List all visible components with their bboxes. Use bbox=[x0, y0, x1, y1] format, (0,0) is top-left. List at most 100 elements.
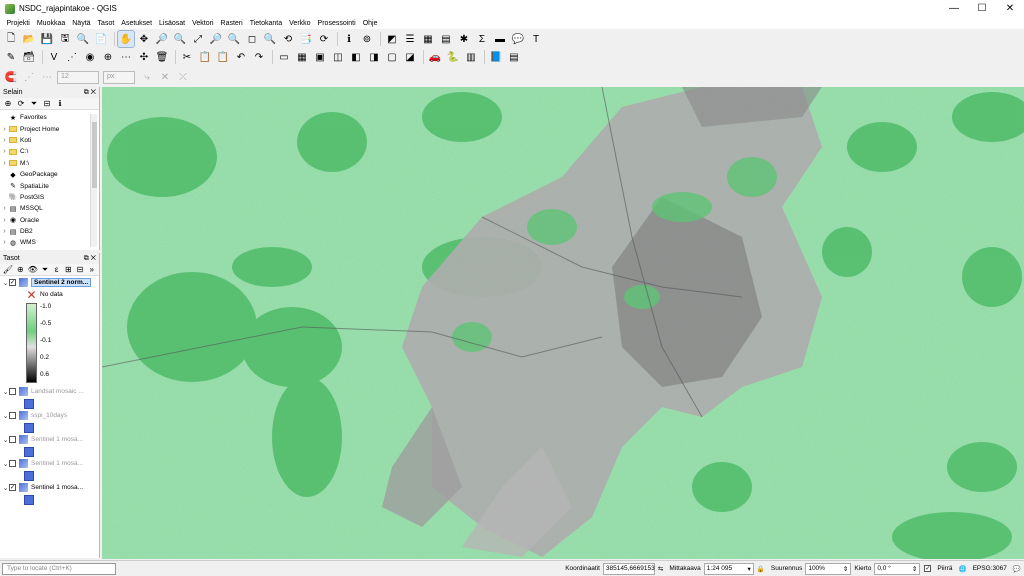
row1-tool-14-icon[interactable]: 🔍 bbox=[262, 31, 278, 47]
browser-scrollbar[interactable] bbox=[90, 114, 97, 247]
expand-arrow-icon[interactable]: › bbox=[0, 137, 9, 144]
scale-select[interactable]: 1:24 095 ▾ bbox=[703, 562, 754, 575]
coordinate-field[interactable]: 385145,6669153 bbox=[602, 562, 655, 575]
browser-item[interactable]: › ▤ MSSQL bbox=[0, 203, 90, 214]
row2-tool-23-icon[interactable]: 🐍 bbox=[445, 49, 461, 65]
expand-arrow-icon[interactable]: › bbox=[0, 148, 9, 155]
browser-item[interactable]: ✎ SpatiaLite bbox=[0, 180, 90, 191]
row1-tool-17-icon[interactable]: ⟳ bbox=[316, 31, 332, 47]
expand-arrow-icon[interactable]: › bbox=[0, 217, 9, 224]
magnifier-field[interactable]: 100% ⇕ bbox=[805, 562, 852, 575]
map-canvas[interactable] bbox=[102, 87, 1024, 559]
visibility-icon[interactable]: 👁 bbox=[28, 265, 38, 275]
layer-name[interactable]: Sentinel 1 mosa... bbox=[31, 460, 83, 467]
locator-search-input[interactable]: Type to locate (Ctrl+K) bbox=[2, 562, 116, 575]
layer-visibility-checkbox[interactable] bbox=[9, 388, 16, 395]
row2-tool-7-icon[interactable]: ✣ bbox=[136, 49, 152, 65]
add-group-icon[interactable]: ⊕ bbox=[16, 265, 25, 275]
collapse-arrow-icon[interactable]: ⌄ bbox=[2, 460, 9, 468]
row2-tool-14-icon[interactable]: ▭ bbox=[276, 49, 292, 65]
filter-expression-icon[interactable]: ε bbox=[52, 265, 61, 275]
row1-tool-18-icon[interactable]: ℹ bbox=[341, 31, 357, 47]
browser-item[interactable]: › C:\ bbox=[0, 146, 90, 157]
menu-item-1[interactable]: Muokkaa bbox=[33, 20, 68, 27]
row1-tool-0-icon[interactable]: 🗋 bbox=[3, 31, 19, 47]
row2-tool-11-icon[interactable]: 📋 bbox=[215, 49, 231, 65]
refresh-icon[interactable]: ⟳ bbox=[16, 99, 26, 109]
messages-icon[interactable]: 💬 bbox=[1013, 565, 1021, 573]
layer-visibility-checkbox[interactable]: ✓ bbox=[9, 279, 16, 286]
layer-visibility-checkbox[interactable] bbox=[9, 436, 16, 443]
layer-name[interactable]: sspi_10days bbox=[31, 412, 67, 419]
menu-item-11[interactable]: Ohje bbox=[359, 20, 381, 27]
row1-tool-10-icon[interactable]: ⤢ bbox=[190, 31, 206, 47]
row1-tool-1-icon[interactable]: 📂 bbox=[21, 31, 37, 47]
layer-name[interactable]: Sentinel 1 mosa... bbox=[31, 436, 83, 443]
row1-tool-4-icon[interactable]: 🔍 bbox=[75, 31, 91, 47]
browser-item[interactable]: › Koti bbox=[0, 135, 90, 146]
row2-tool-12-icon[interactable]: ↶ bbox=[233, 49, 249, 65]
browser-item[interactable]: 🐘 PostGIS bbox=[0, 192, 90, 203]
menu-item-7[interactable]: Rasteri bbox=[217, 20, 246, 27]
layer-name[interactable]: Sentinel 2 norm... bbox=[31, 278, 92, 287]
layer-row[interactable]: ⌄ ✓ Sentinel 2 norm... bbox=[0, 276, 99, 289]
style-manager-icon[interactable]: 🖌 bbox=[3, 265, 13, 275]
expand-all-icon[interactable]: ⊞ bbox=[64, 265, 73, 275]
row2-tool-3-icon[interactable]: ⋰ bbox=[64, 49, 80, 65]
row2-tool-16-icon[interactable]: ▣ bbox=[312, 49, 328, 65]
row1-tool-11-icon[interactable]: 🔎 bbox=[208, 31, 224, 47]
browser-item[interactable]: › ◉ Oracle bbox=[0, 215, 90, 226]
snap-tolerance-field[interactable]: 12 bbox=[57, 70, 99, 84]
rotation-field[interactable]: 0,0 ° ⇕ bbox=[874, 562, 921, 575]
row1-tool-5-icon[interactable]: 📄 bbox=[93, 31, 109, 47]
row1-tool-24-icon[interactable]: ✱ bbox=[456, 31, 472, 47]
row1-tool-3-icon[interactable]: 🖫 bbox=[57, 31, 73, 47]
row2-tool-26-icon[interactable]: ▤ bbox=[506, 49, 522, 65]
collapse-arrow-icon[interactable]: ⌄ bbox=[2, 388, 9, 396]
browser-item[interactable]: ◆ GeoPackage bbox=[0, 169, 90, 180]
menu-item-9[interactable]: Verkko bbox=[286, 20, 314, 27]
row2-tool-18-icon[interactable]: ◧ bbox=[348, 49, 364, 65]
remove-layer-icon[interactable]: » bbox=[87, 265, 96, 275]
row1-tool-20-icon[interactable]: ◩ bbox=[384, 31, 400, 47]
row1-tool-6-icon[interactable]: ✋ bbox=[117, 30, 135, 48]
scrollbar-thumb[interactable] bbox=[92, 122, 97, 188]
row2-tool-5-icon[interactable]: ⊕ bbox=[100, 49, 116, 65]
row2-tool-6-icon[interactable]: ⋯ bbox=[118, 49, 134, 65]
row2-tool-4-icon[interactable]: ◉ bbox=[82, 49, 98, 65]
row1-tool-13-icon[interactable]: ◻ bbox=[244, 31, 260, 47]
row2-tool-13-icon[interactable]: ↷ bbox=[251, 49, 267, 65]
collapse-all-icon[interactable]: ⊟ bbox=[42, 99, 52, 109]
render-checkbox[interactable]: ✓ bbox=[924, 565, 932, 572]
panel-float-close-icons[interactable]: ⧉ ✕ bbox=[84, 255, 96, 263]
layer-visibility-checkbox[interactable] bbox=[9, 412, 16, 419]
panel-float-close-icons[interactable]: ⧉ ✕ bbox=[84, 89, 96, 97]
collapse-arrow-icon[interactable]: ⌄ bbox=[2, 412, 9, 420]
row1-tool-7-icon[interactable]: ✥ bbox=[136, 31, 152, 47]
browser-item[interactable]: › M:\ bbox=[0, 158, 90, 169]
layer-visibility-checkbox[interactable]: ✓ bbox=[9, 484, 16, 491]
row1-tool-12-icon[interactable]: 🔍 bbox=[226, 31, 242, 47]
row1-tool-15-icon[interactable]: ⟲ bbox=[280, 31, 296, 47]
layer-name[interactable]: Landsat mosaic ... bbox=[31, 388, 84, 395]
row1-tool-16-icon[interactable]: 📑 bbox=[298, 31, 314, 47]
row1-tool-9-icon[interactable]: 🔍 bbox=[172, 31, 188, 47]
expand-arrow-icon[interactable]: › bbox=[0, 228, 9, 235]
row2-tool-9-icon[interactable]: ✂ bbox=[179, 49, 195, 65]
properties-icon[interactable]: ℹ bbox=[55, 99, 65, 109]
menu-item-0[interactable]: Projekti bbox=[3, 20, 33, 27]
trace-icon[interactable]: ⤷ bbox=[139, 69, 155, 85]
row2-tool-2-icon[interactable]: V bbox=[46, 49, 62, 65]
row1-tool-26-icon[interactable]: ▬ bbox=[492, 31, 508, 47]
row2-tool-24-icon[interactable]: ▥ bbox=[463, 49, 479, 65]
expand-arrow-icon[interactable]: › bbox=[0, 205, 9, 212]
row1-tool-28-icon[interactable]: T bbox=[528, 31, 544, 47]
row1-tool-23-icon[interactable]: ▤ bbox=[438, 31, 454, 47]
menu-item-4[interactable]: Asetukset bbox=[118, 20, 156, 27]
coordinate-toggle-icon[interactable]: ⇆ bbox=[658, 565, 663, 573]
menu-item-10[interactable]: Prosessointi bbox=[314, 20, 359, 27]
snapping-options-icon[interactable]: ⋯ bbox=[39, 69, 55, 85]
menu-item-6[interactable]: Vektori bbox=[189, 20, 217, 27]
menu-item-8[interactable]: Tietokanta bbox=[246, 20, 285, 27]
expand-arrow-icon[interactable]: › bbox=[0, 126, 9, 133]
